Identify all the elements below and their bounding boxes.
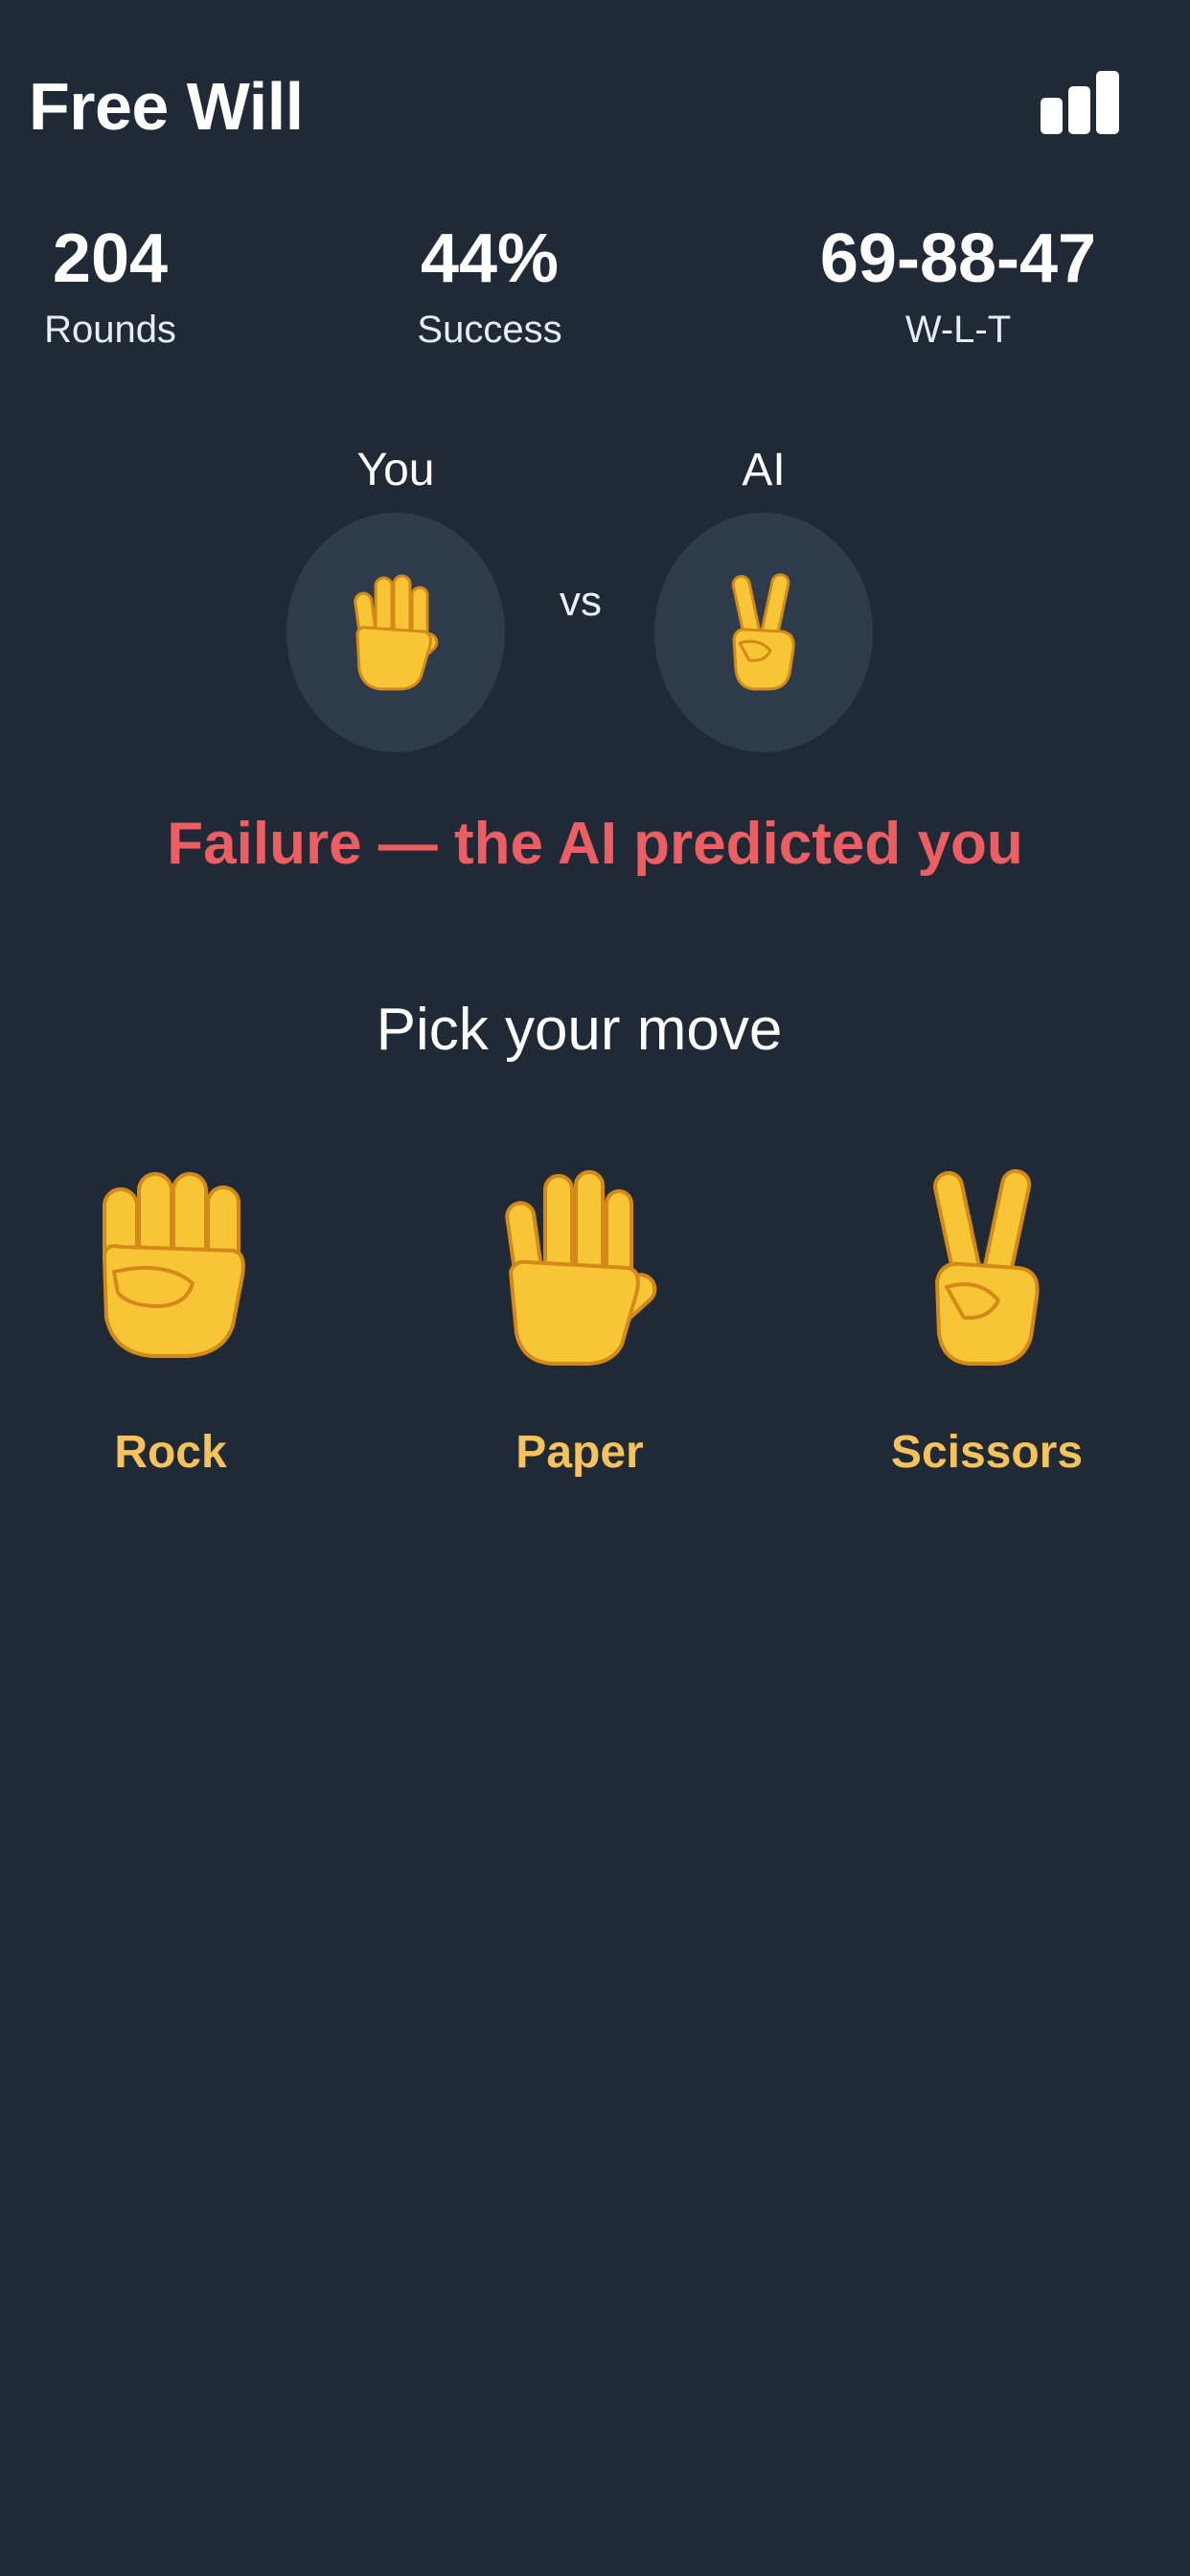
win-loss-tie-value: 69-88-47 bbox=[819, 220, 1097, 297]
victory-hand-icon bbox=[933, 1169, 1040, 1366]
ai-label: AI bbox=[742, 445, 786, 495]
rock-label: Rock bbox=[114, 1427, 227, 1478]
vs-label: vs bbox=[560, 578, 602, 625]
bar-chart-icon bbox=[1041, 71, 1119, 134]
fist-icon bbox=[103, 1172, 245, 1358]
your-move-display bbox=[286, 513, 505, 752]
pick-title: Pick your move bbox=[376, 997, 783, 1063]
win-loss-tie-label: W-L-T bbox=[904, 309, 1012, 351]
stats-button[interactable] bbox=[1035, 67, 1125, 140]
paper-label: Paper bbox=[515, 1427, 644, 1478]
rounds-value: 204 bbox=[52, 220, 169, 297]
success-label: Success bbox=[417, 309, 562, 351]
scissors-button[interactable]: Scissors bbox=[843, 1164, 1131, 1490]
result-message: Failure — the AI predicted you bbox=[167, 811, 1023, 877]
success-value: 44% bbox=[420, 220, 560, 297]
app-title: Free Will bbox=[29, 69, 304, 144]
raised-hand-icon bbox=[505, 1170, 657, 1366]
rounds-label: Rounds bbox=[44, 309, 176, 351]
ai-move-display bbox=[654, 513, 873, 752]
you-label: You bbox=[356, 445, 435, 495]
stat-rounds: 204 Rounds bbox=[0, 213, 283, 355]
rock-button[interactable]: Rock bbox=[27, 1164, 314, 1490]
scissors-label: Scissors bbox=[890, 1427, 1084, 1478]
paper-button[interactable]: Paper bbox=[436, 1164, 723, 1490]
raised-hand-icon bbox=[354, 574, 439, 691]
stat-success: 44% Success bbox=[317, 213, 662, 355]
victory-hand-icon bbox=[731, 573, 795, 691]
stat-win-loss-tie: 69-88-47 W-L-T bbox=[786, 213, 1131, 355]
